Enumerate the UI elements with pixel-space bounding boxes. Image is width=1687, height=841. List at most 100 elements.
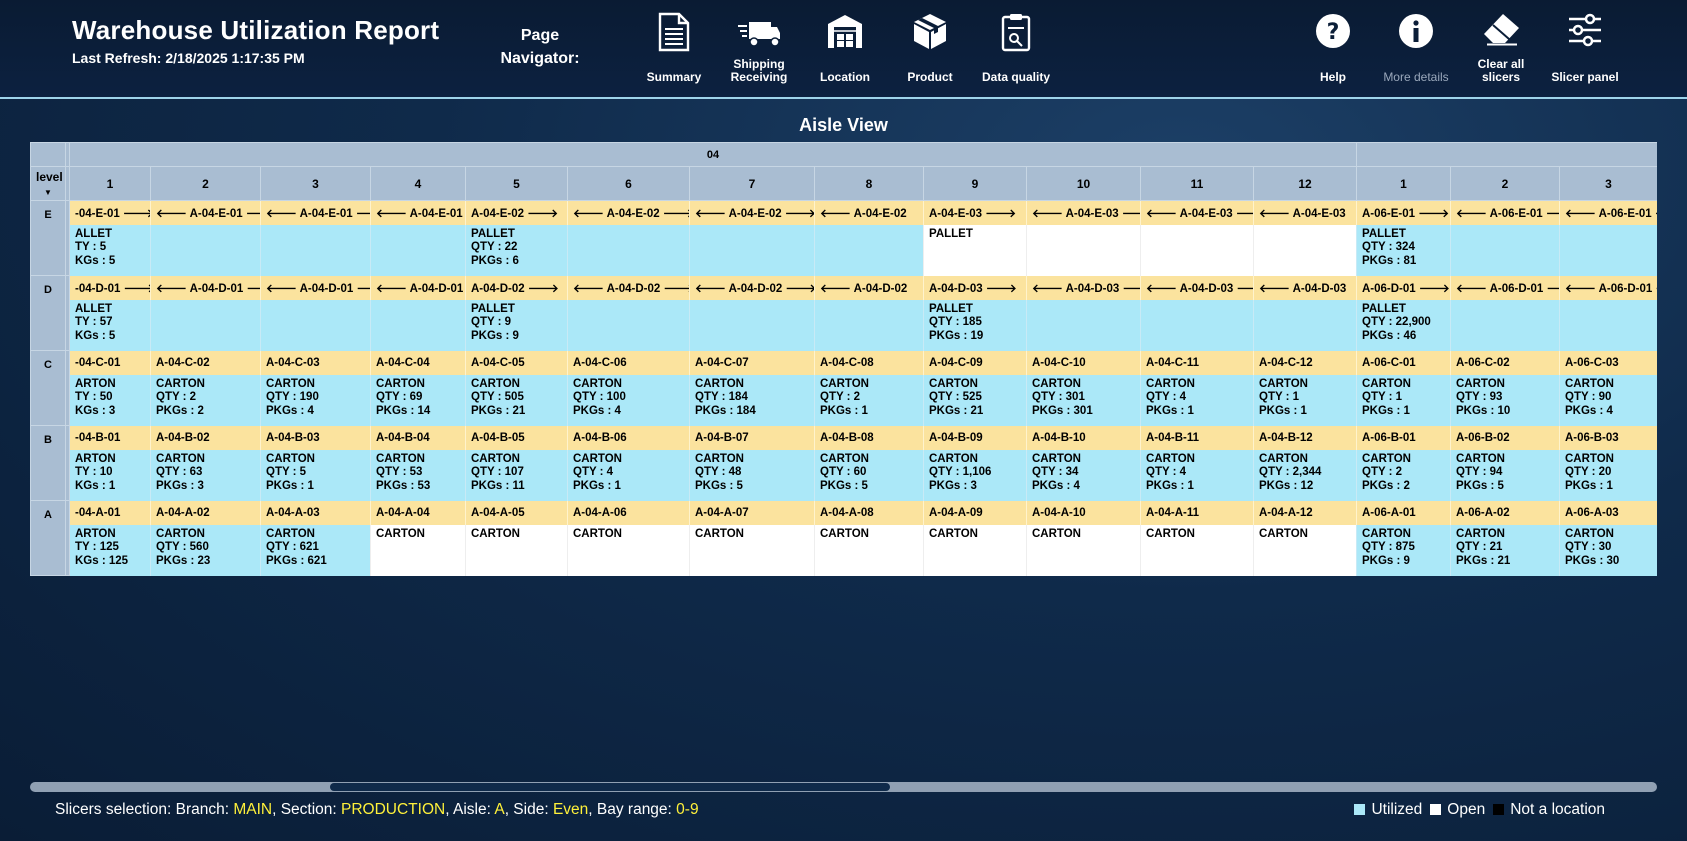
location-cell[interactable]: 🡐 A-06-D-01 🡒 xyxy=(1450,275,1560,300)
location-cell[interactable]: A-04-A-11 xyxy=(1140,500,1254,525)
location-cell[interactable]: 🡐 A-04-D-02 xyxy=(814,275,924,300)
location-cell[interactable]: A-04-A-02 xyxy=(150,500,261,525)
detail-cell[interactable] xyxy=(1253,224,1357,276)
detail-cell[interactable]: CARTON QTY : 94 PKGs : 5 xyxy=(1450,449,1560,501)
detail-cell[interactable]: ARTON TY : 10 KGs : 1 xyxy=(69,449,151,501)
location-cell[interactable]: 🡐 A-04-D-03 🡒 xyxy=(1140,275,1254,300)
location-cell[interactable]: A-04-C-11 xyxy=(1140,350,1254,375)
location-cell[interactable]: A-04-B-08 xyxy=(814,425,924,450)
location-cell[interactable]: A-04-C-04 xyxy=(370,350,466,375)
detail-cell[interactable]: CARTON QTY : 90 PKGs : 4 xyxy=(1558,374,1657,426)
detail-cell[interactable]: CARTON QTY : 301 PKGs : 301 xyxy=(1026,374,1141,426)
detail-cell[interactable] xyxy=(567,224,690,276)
detail-cell[interactable]: CARTON QTY : 69 PKGs : 14 xyxy=(370,374,466,426)
nav-shipping-receiving-button[interactable]: Shipping Receiving xyxy=(711,12,807,88)
detail-cell[interactable]: CARTON QTY : 560 PKGs : 23 xyxy=(150,524,261,576)
location-cell[interactable]: A-06-C-03 xyxy=(1558,350,1657,375)
location-cell[interactable]: A-04-D-02 🡒 xyxy=(465,275,568,300)
location-cell[interactable]: 🡐 A-04-D-01 🡒 xyxy=(150,275,261,300)
location-cell[interactable]: 🡐 A-06-E-01 🡒 xyxy=(1450,200,1560,225)
detail-cell[interactable]: CARTON xyxy=(1140,524,1254,576)
location-cell[interactable]: A-04-B-12 xyxy=(1253,425,1357,450)
detail-cell[interactable]: CARTON QTY : 2,344 PKGs : 12 xyxy=(1253,449,1357,501)
detail-cell[interactable] xyxy=(150,299,261,351)
detail-cell[interactable]: CARTON QTY : 100 PKGs : 4 xyxy=(567,374,690,426)
location-cell[interactable]: A-06-A-03 xyxy=(1558,500,1657,525)
location-cell[interactable]: -04-B-01 xyxy=(69,425,151,450)
location-cell[interactable]: A-06-C-02 xyxy=(1450,350,1560,375)
detail-cell[interactable]: CARTON xyxy=(370,524,466,576)
scrollbar-thumb[interactable] xyxy=(330,783,890,791)
location-cell[interactable]: 🡐 A-04-E-03 xyxy=(1253,200,1357,225)
detail-cell[interactable]: PALLET QTY : 185 PKGs : 19 xyxy=(923,299,1027,351)
location-cell[interactable]: A-04-B-11 xyxy=(1140,425,1254,450)
location-cell[interactable]: A-04-B-06 xyxy=(567,425,690,450)
location-cell[interactable]: A-06-B-01 xyxy=(1356,425,1451,450)
detail-cell[interactable]: CARTON QTY : 20 PKGs : 1 xyxy=(1558,449,1657,501)
detail-cell[interactable]: ARTON TY : 125 KGs : 125 xyxy=(69,524,151,576)
detail-cell[interactable]: CARTON QTY : 2 PKGs : 1 xyxy=(814,374,924,426)
location-cell[interactable]: A-06-E-01 🡒 xyxy=(1356,200,1451,225)
detail-cell[interactable] xyxy=(260,299,371,351)
detail-cell[interactable] xyxy=(1253,299,1357,351)
location-cell[interactable]: 🡐 A-04-E-01 xyxy=(370,200,466,225)
detail-cell[interactable]: CARTON QTY : 30 PKGs : 30 xyxy=(1558,524,1657,576)
location-cell[interactable]: A-04-A-08 xyxy=(814,500,924,525)
detail-cell[interactable] xyxy=(260,224,371,276)
detail-cell[interactable] xyxy=(1026,224,1141,276)
location-cell[interactable]: 🡐 A-04-E-02 🡒 xyxy=(689,200,815,225)
detail-cell[interactable]: CARTON QTY : 1 PKGs : 1 xyxy=(1356,374,1451,426)
detail-cell[interactable] xyxy=(370,224,466,276)
level-column-header[interactable]: level ▼ xyxy=(30,166,66,201)
location-cell[interactable]: 🡐 A-04-E-03 🡒 xyxy=(1140,200,1254,225)
location-cell[interactable]: A-04-A-04 xyxy=(370,500,466,525)
detail-cell[interactable]: CARTON QTY : 21 PKGs : 21 xyxy=(1450,524,1560,576)
location-cell[interactable]: 🡐 A-04-E-02 xyxy=(814,200,924,225)
detail-cell[interactable]: CARTON xyxy=(465,524,568,576)
detail-cell[interactable]: CARTON QTY : 4 PKGs : 1 xyxy=(1140,449,1254,501)
location-cell[interactable]: A-06-A-01 xyxy=(1356,500,1451,525)
location-cell[interactable]: 🡐 A-04-D-01 🡒 xyxy=(260,275,371,300)
detail-cell[interactable] xyxy=(1140,224,1254,276)
detail-cell[interactable]: CARTON xyxy=(923,524,1027,576)
location-cell[interactable]: A-04-E-03 🡒 xyxy=(923,200,1027,225)
detail-cell[interactable]: CARTON QTY : 1,106 PKGs : 3 xyxy=(923,449,1027,501)
more-details-button[interactable]: More details xyxy=(1368,12,1464,88)
location-cell[interactable]: A-04-B-09 xyxy=(923,425,1027,450)
detail-cell[interactable]: CARTON xyxy=(814,524,924,576)
location-cell[interactable]: A-04-C-12 xyxy=(1253,350,1357,375)
aisle-grid[interactable]: 04 level ▼ 1 2 3 4 5 6 7 8 9 10 11 12 1 2 3 E -04-E-01 … xyxy=(30,142,1657,576)
location-cell[interactable]: A-04-C-02 xyxy=(150,350,261,375)
location-cell[interactable]: 🡐 A-06-E-01 🡒 xyxy=(1558,200,1657,225)
location-cell[interactable]: A-04-C-10 xyxy=(1026,350,1141,375)
detail-cell[interactable]: PALLET QTY : 324 PKGs : 81 xyxy=(1356,224,1451,276)
location-cell[interactable]: A-04-C-03 xyxy=(260,350,371,375)
detail-cell[interactable] xyxy=(1026,299,1141,351)
location-cell[interactable]: 🡐 A-04-D-03 🡒 xyxy=(1026,275,1141,300)
detail-cell[interactable]: CARTON xyxy=(1253,524,1357,576)
location-cell[interactable]: A-04-C-06 xyxy=(567,350,690,375)
detail-cell[interactable] xyxy=(370,299,466,351)
location-cell[interactable]: 🡐 A-04-E-02 🡒 xyxy=(567,200,690,225)
location-cell[interactable]: A-04-B-10 xyxy=(1026,425,1141,450)
detail-cell[interactable]: CARTON QTY : 875 PKGs : 9 xyxy=(1356,524,1451,576)
detail-cell[interactable] xyxy=(1450,224,1560,276)
detail-cell[interactable]: CARTON xyxy=(1026,524,1141,576)
detail-cell[interactable]: PALLET xyxy=(923,224,1027,276)
location-cell[interactable]: A-06-B-03 xyxy=(1558,425,1657,450)
detail-cell[interactable]: CARTON QTY : 34 PKGs : 4 xyxy=(1026,449,1141,501)
detail-cell[interactable]: ARTON TY : 50 KGs : 3 xyxy=(69,374,151,426)
location-cell[interactable]: A-04-A-12 xyxy=(1253,500,1357,525)
detail-cell[interactable] xyxy=(1140,299,1254,351)
location-cell[interactable]: -04-D-01 🡒 xyxy=(69,275,151,300)
detail-cell[interactable] xyxy=(150,224,261,276)
location-cell[interactable]: -04-C-01 xyxy=(69,350,151,375)
location-cell[interactable]: A-04-A-10 xyxy=(1026,500,1141,525)
detail-cell[interactable] xyxy=(567,299,690,351)
location-cell[interactable]: A-04-A-05 xyxy=(465,500,568,525)
detail-cell[interactable]: PALLET QTY : 22,900 PKGs : 46 xyxy=(1356,299,1451,351)
location-cell[interactable]: 🡐 A-04-E-03 🡒 xyxy=(1026,200,1141,225)
location-cell[interactable]: A-04-C-08 xyxy=(814,350,924,375)
nav-location-button[interactable]: Location xyxy=(797,12,893,88)
location-cell[interactable]: A-04-B-04 xyxy=(370,425,466,450)
